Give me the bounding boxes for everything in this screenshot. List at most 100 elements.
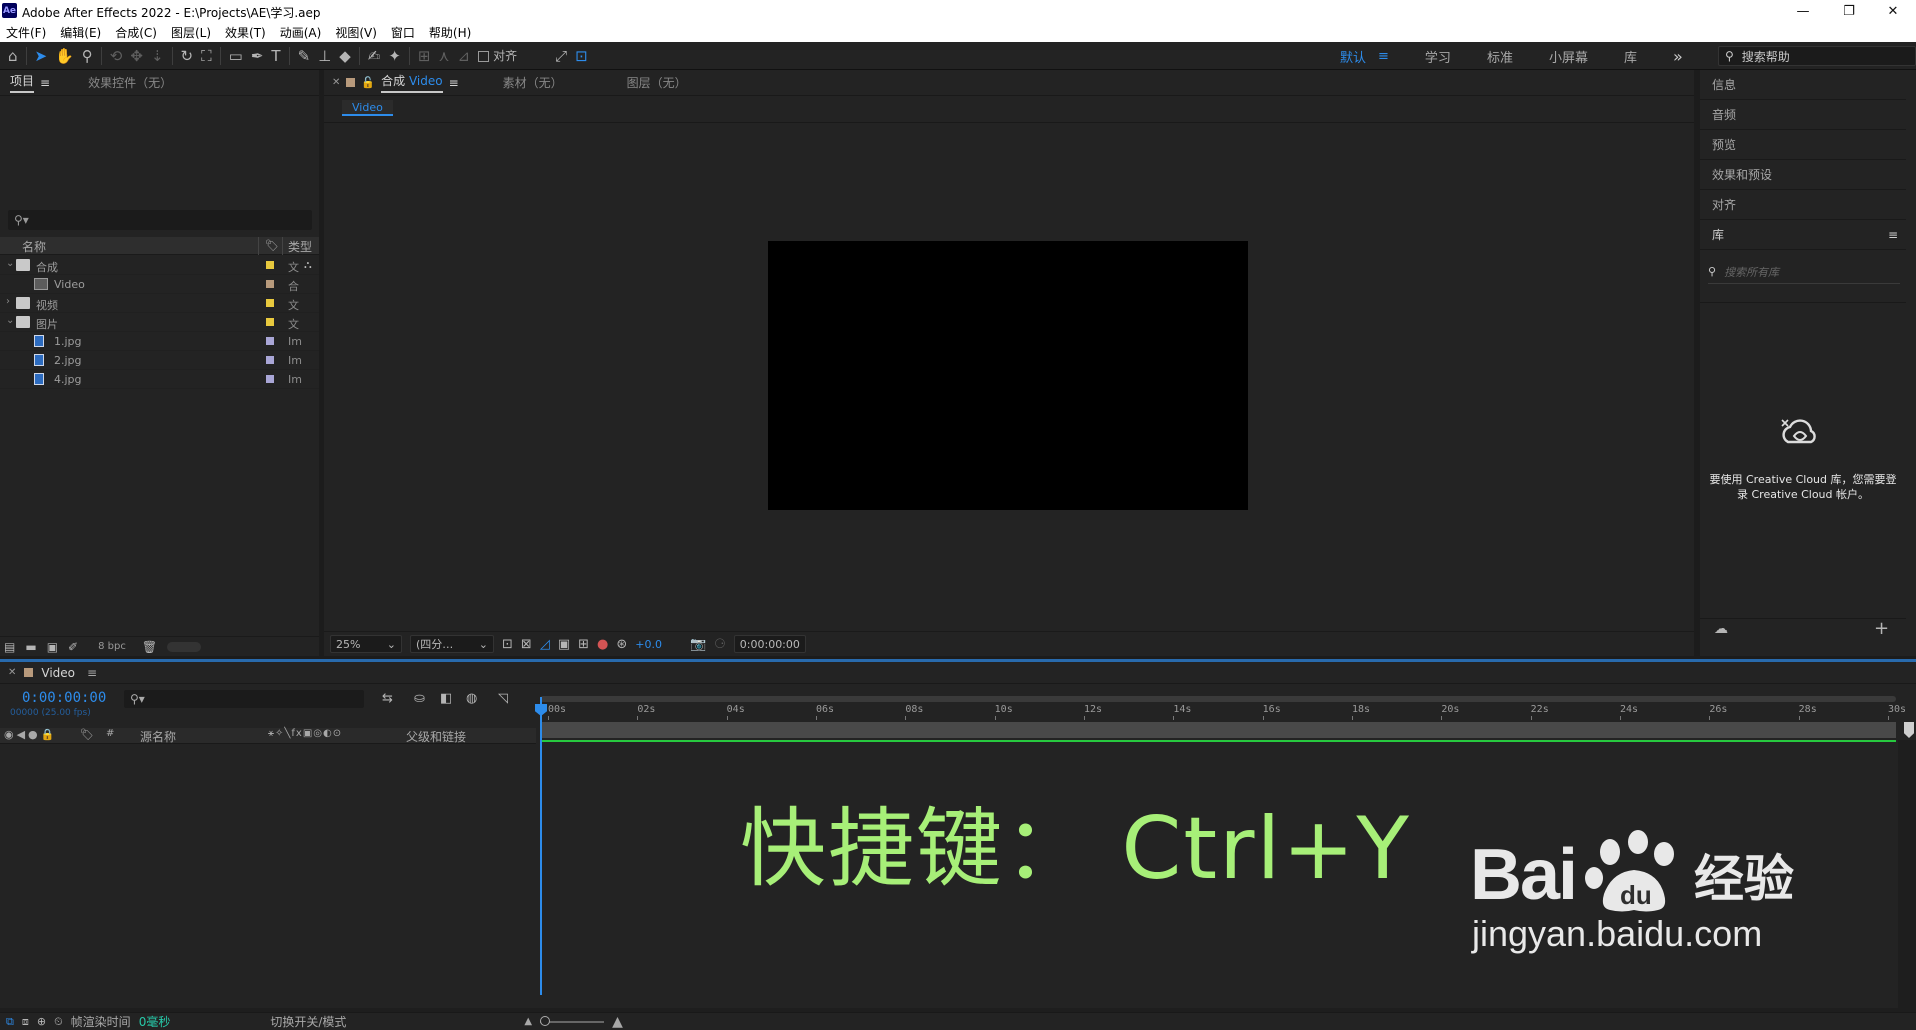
pen-tool-icon[interactable]: ✒ [251, 48, 264, 64]
workspace-learn[interactable]: 学习 [1425, 47, 1451, 66]
current-timecode[interactable]: 0:00:00:00 [22, 690, 106, 706]
current-time-indicator[interactable] [540, 697, 542, 995]
close-icon[interactable]: ✕ [8, 667, 16, 678]
panel-menu-icon[interactable]: ≡ [1888, 228, 1898, 242]
layer-switch-icons[interactable]: ⚹✧╲fx▣◎◐⊙ [268, 728, 342, 739]
menu-layer[interactable]: 图层(L) [171, 24, 211, 41]
orbit-camera-icon[interactable]: ⟲ [110, 48, 123, 64]
transparency-grid-icon[interactable]: ⊠ [521, 638, 532, 651]
mask-visibility-icon[interactable]: ◿ [540, 638, 550, 651]
clone-stamp-icon[interactable]: ⊥ [318, 48, 331, 64]
panel-menu-icon[interactable]: ≡ [40, 76, 50, 90]
zoom-dropdown[interactable]: 25% ⌄ [330, 635, 402, 653]
tab-effect-controls[interactable]: 效果控件（无） [78, 70, 182, 96]
menu-file[interactable]: 文件(F) [6, 24, 46, 41]
color-channel-icon[interactable]: ● [597, 638, 608, 651]
slider-thumb[interactable] [540, 1015, 551, 1026]
scrollbar[interactable] [1898, 740, 1916, 1010]
project-item-comp[interactable]: Video 合 [0, 275, 319, 294]
project-item-file[interactable]: 2.jpg Im [0, 351, 319, 370]
shy-layers-icon[interactable]: ◧ [440, 692, 452, 705]
add-library-button[interactable]: + [1874, 620, 1889, 638]
timeline-comp-tab[interactable]: Video [41, 666, 75, 680]
menu-animation[interactable]: 动画(A) [280, 24, 322, 41]
home-icon[interactable]: ⌂ [8, 48, 18, 64]
menu-composition[interactable]: 合成(C) [115, 24, 157, 41]
label-color-swatch[interactable] [266, 356, 274, 364]
time-navigator[interactable] [540, 696, 1896, 702]
text-tool-icon[interactable]: T [271, 48, 280, 64]
interpret-footage-icon[interactable]: ▤ [4, 641, 15, 653]
menu-view[interactable]: 视图(V) [335, 24, 377, 41]
label-tag-icon[interactable]: 🏷 [80, 728, 94, 741]
minimize-button[interactable]: — [1780, 0, 1826, 22]
in-out-icon[interactable]: ⊕ [37, 1016, 46, 1027]
pan-camera-icon[interactable]: ✥ [130, 48, 143, 64]
comp-breadcrumb[interactable]: Video [342, 100, 393, 116]
new-comp-icon[interactable]: ▣ [47, 641, 58, 653]
bit-depth-button[interactable]: 8 bpc [98, 641, 126, 652]
axis-local-icon[interactable]: ⊞ [418, 48, 431, 64]
exposure-value[interactable]: +0.0 [635, 638, 662, 651]
work-area-bar[interactable] [540, 722, 1896, 738]
label-color-swatch[interactable] [266, 261, 274, 269]
label-color-swatch[interactable] [266, 375, 274, 383]
panel-info[interactable]: 信息 [1700, 70, 1906, 100]
delete-icon[interactable]: 🗑 [142, 641, 157, 653]
selection-tool-icon[interactable]: ➤ [35, 48, 48, 64]
panel-libraries[interactable]: 库 ≡ [1700, 220, 1906, 250]
label-tag-icon[interactable]: 🏷 [265, 239, 279, 252]
toggle-switches-modes[interactable]: 切换开关/模式 [270, 1013, 346, 1030]
tab-footage[interactable]: 素材（无） [493, 70, 573, 96]
maximize-button[interactable]: ❐ [1826, 0, 1872, 22]
view-options-icon[interactable]: ⊞ [578, 638, 589, 651]
exposure-reset-icon[interactable]: ⊛ [616, 638, 627, 651]
flowchart-icon[interactable]: ⛬ [304, 258, 312, 272]
snap-toggle[interactable]: 对齐 [478, 50, 517, 62]
current-time-display[interactable]: 0:00:00:00 [733, 635, 806, 653]
project-item-file[interactable]: 1.jpg Im [0, 332, 319, 351]
project-item-folder[interactable]: ⌄ 图片 文 [0, 313, 319, 332]
brush-tool-icon[interactable]: ✎ [298, 48, 311, 64]
rotate-tool-icon[interactable]: ↻ [181, 48, 194, 64]
time-ruler[interactable]: 00s 02s 04s 06s 08s 10s 12s 14s 16s 18s 20s 22s 24s 2… [540, 704, 1906, 720]
comp-mini-flowchart-icon[interactable]: ⇆ [382, 692, 393, 705]
axis-view-icon[interactable]: ⊿ [458, 48, 471, 64]
menu-edit[interactable]: 编辑(E) [60, 24, 101, 41]
close-icon[interactable]: ✕ [332, 77, 340, 88]
timeline-zoom-slider[interactable] [540, 1015, 605, 1026]
panel-menu-icon[interactable]: ≡ [87, 666, 97, 680]
draft-3d-icon[interactable]: ⛀ [414, 692, 425, 705]
dolly-camera-icon[interactable]: ⇣ [151, 48, 164, 64]
zoom-out-icon[interactable]: ▲ [524, 1016, 532, 1027]
lock-icon[interactable]: 🔓 [361, 76, 375, 89]
panel-menu-icon[interactable]: ≡ [449, 76, 459, 90]
motion-blur-icon[interactable]: ◹ [498, 692, 508, 705]
column-type[interactable]: 类型 [288, 238, 312, 255]
tab-project[interactable]: 项目 ≡ [0, 70, 60, 96]
puppet-pin-icon[interactable]: ✦ [388, 48, 401, 64]
thumbnail-slider[interactable] [167, 641, 202, 652]
region-of-interest-icon[interactable]: ⊡ [502, 638, 513, 651]
snap-option-icon[interactable]: ⤢ [555, 48, 567, 64]
close-button[interactable]: ✕ [1870, 0, 1916, 22]
layer-switches-icon[interactable]: ⧉ [6, 1016, 14, 1027]
panel-preview[interactable]: 预览 [1700, 130, 1906, 160]
label-color-swatch[interactable] [266, 337, 274, 345]
show-snapshot-icon[interactable]: ⚆ [714, 638, 726, 651]
adjust-icon[interactable]: ✐ [68, 641, 78, 653]
project-item-folder[interactable]: › 视频 文 [0, 294, 319, 313]
column-source-name[interactable]: 源名称 [140, 728, 176, 745]
column-name[interactable]: 名称 [22, 238, 46, 255]
project-search-input[interactable]: ⚲▾ [8, 210, 312, 230]
zoom-tool-icon[interactable]: ⚲ [82, 48, 93, 64]
cloud-sync-icon[interactable]: ☁ [1714, 622, 1728, 636]
overflow-icon[interactable]: » [1673, 47, 1683, 66]
workspace-libraries[interactable]: 库 [1624, 47, 1637, 66]
label-color-swatch[interactable] [266, 299, 274, 307]
hand-tool-icon[interactable]: ✋ [55, 48, 74, 64]
panel-align[interactable]: 对齐 [1700, 190, 1906, 220]
menu-window[interactable]: 窗口 [391, 24, 415, 41]
chevron-down-icon[interactable]: ⌄ [6, 315, 14, 326]
project-item-folder[interactable]: ⌄ 合成 文 ⛬ [0, 256, 319, 275]
